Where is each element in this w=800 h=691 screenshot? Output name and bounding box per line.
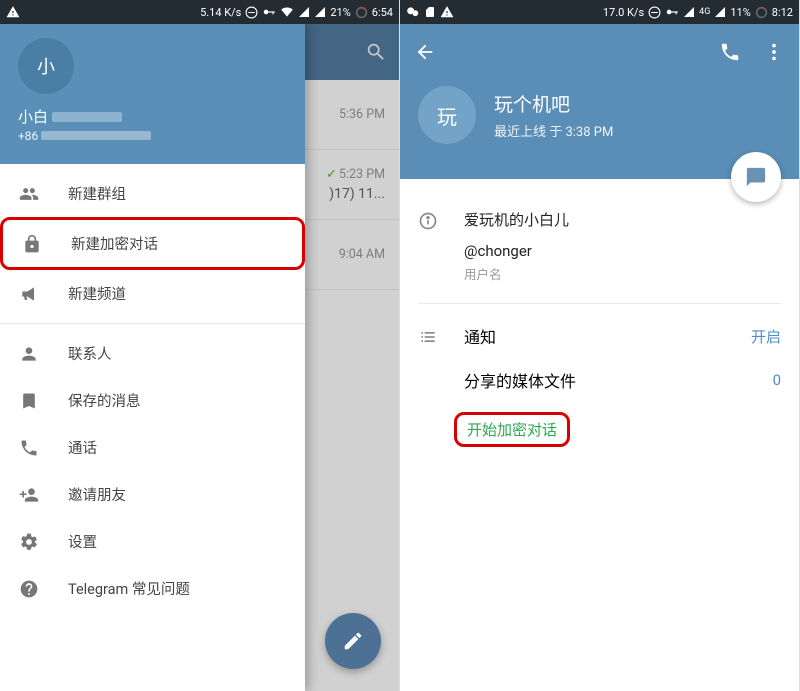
profile-header: 玩 玩个机吧 最近上线 于 3:38 PM bbox=[400, 24, 799, 179]
status-battery: 21% bbox=[330, 6, 350, 19]
status-speed: 5.14 K/s bbox=[200, 6, 241, 19]
notifications-row[interactable]: 通知 开启 bbox=[464, 324, 781, 348]
drawer-item-new-group[interactable]: 新建群组 bbox=[0, 170, 305, 217]
phone-right: 17.0 K/s 4G 11% 8:12 玩 玩个机吧 最 bbox=[400, 0, 800, 691]
chat-icon bbox=[745, 166, 767, 188]
phone-icon bbox=[719, 41, 741, 63]
group-icon bbox=[18, 184, 40, 204]
megaphone-icon bbox=[18, 284, 40, 304]
back-button[interactable] bbox=[414, 41, 436, 63]
start-secret-chat[interactable]: 开始加密对话 bbox=[467, 421, 557, 439]
drawer-scrim[interactable] bbox=[305, 24, 399, 691]
person-add-icon bbox=[18, 485, 40, 505]
status-time: 6:54 bbox=[372, 6, 393, 19]
shared-media-label: 分享的媒体文件 bbox=[464, 368, 576, 392]
call-button[interactable] bbox=[719, 41, 741, 63]
info-title: 爱玩机的小白儿 bbox=[464, 209, 781, 230]
last-seen: 最近上线 于 3:38 PM bbox=[494, 121, 613, 140]
compose-fab[interactable] bbox=[325, 613, 381, 669]
profile-avatar[interactable]: 玩 bbox=[418, 86, 476, 144]
drawer-item-faq[interactable]: Telegram 常见问题 bbox=[0, 565, 305, 612]
wifi-icon bbox=[280, 5, 294, 19]
key-icon bbox=[262, 5, 276, 19]
drawer-list: 新建群组 新建加密对话 新建频道 联系人 bbox=[0, 164, 305, 618]
username-caption: 用户名 bbox=[464, 264, 781, 283]
message-fab[interactable] bbox=[731, 152, 781, 202]
user-avatar[interactable]: 小 bbox=[18, 38, 74, 94]
drawer-item-invite[interactable]: 邀请朋友 bbox=[0, 471, 305, 518]
drawer-item-saved[interactable]: 保存的消息 bbox=[0, 377, 305, 424]
battery-ring-icon bbox=[355, 6, 368, 19]
dnd-icon bbox=[648, 6, 661, 19]
drawer-item-contacts[interactable]: 联系人 bbox=[0, 330, 305, 377]
profile-name: 玩个机吧 bbox=[494, 90, 613, 117]
notifications-value: 开启 bbox=[751, 326, 781, 347]
user-name: 小白 bbox=[18, 106, 287, 127]
more-button[interactable] bbox=[763, 41, 785, 63]
network-type: 4G bbox=[699, 7, 710, 17]
signal-icon bbox=[298, 6, 310, 18]
list-icon bbox=[418, 327, 438, 347]
user-phone: +86 bbox=[18, 129, 287, 143]
username[interactable]: @chonger bbox=[464, 242, 781, 260]
drawer-item-label: 新建加密对话 bbox=[71, 233, 158, 254]
drawer-item-label: 通话 bbox=[68, 437, 97, 458]
divider bbox=[418, 303, 781, 304]
drawer-item-label: Telegram 常见问题 bbox=[68, 578, 190, 599]
key-icon bbox=[665, 5, 679, 19]
drawer-item-label: 新建群组 bbox=[68, 183, 126, 204]
battery-ring-icon bbox=[755, 6, 768, 19]
phone-icon bbox=[18, 438, 40, 458]
wechat-icon bbox=[406, 5, 420, 19]
more-vert-icon bbox=[763, 41, 785, 63]
info-icon bbox=[418, 211, 438, 231]
warning-icon bbox=[440, 5, 454, 19]
bookmark-icon bbox=[18, 391, 40, 411]
lock-icon bbox=[21, 234, 43, 254]
drawer-item-new-channel[interactable]: 新建频道 bbox=[0, 270, 305, 317]
status-battery: 11% bbox=[730, 6, 750, 19]
status-bar: 17.0 K/s 4G 11% 8:12 bbox=[400, 0, 799, 24]
gear-icon bbox=[18, 532, 40, 552]
drawer-item-label: 邀请朋友 bbox=[68, 484, 126, 505]
drawer-item-calls[interactable]: 通话 bbox=[0, 424, 305, 471]
notifications-label: 通知 bbox=[464, 324, 496, 348]
contact-icon bbox=[18, 344, 40, 364]
drawer-item-label: 联系人 bbox=[68, 343, 112, 364]
status-time: 8:12 bbox=[772, 6, 793, 19]
signal-icon bbox=[683, 6, 695, 18]
drawer-item-settings[interactable]: 设置 bbox=[0, 518, 305, 565]
dnd-icon bbox=[245, 6, 258, 19]
phone-left: 5.14 K/s 21% 6:54 5:36 PM ✓5:23 PM )17) … bbox=[0, 0, 400, 691]
signal-icon-2 bbox=[714, 6, 726, 18]
drawer-header: 小 小白 +86 bbox=[0, 24, 305, 164]
drawer-item-label: 保存的消息 bbox=[68, 390, 141, 411]
shared-media-row[interactable]: 分享的媒体文件 0 bbox=[464, 368, 781, 392]
sdcard-icon bbox=[424, 6, 436, 18]
highlight-annotation: 新建加密对话 bbox=[0, 217, 305, 270]
drawer-item-new-secret[interactable]: 新建加密对话 bbox=[3, 220, 302, 267]
drawer-item-label: 设置 bbox=[68, 531, 97, 552]
highlight-annotation: 开始加密对话 bbox=[454, 412, 570, 447]
help-icon bbox=[18, 579, 40, 599]
arrow-left-icon bbox=[414, 41, 436, 63]
profile-content: 爱玩机的小白儿 @chonger 用户名 通知 开启 分享的媒体文件 0 bbox=[400, 179, 799, 475]
divider bbox=[0, 323, 305, 324]
drawer-item-label: 新建频道 bbox=[68, 283, 126, 304]
pencil-icon bbox=[342, 630, 364, 652]
status-bar: 5.14 K/s 21% 6:54 bbox=[0, 0, 399, 24]
status-speed: 17.0 K/s bbox=[603, 6, 644, 19]
shared-media-value: 0 bbox=[773, 371, 781, 389]
warning-icon bbox=[6, 5, 20, 19]
signal-icon-2 bbox=[314, 6, 326, 18]
nav-drawer: 小 小白 +86 新建群组 新建加密对话 新建频道 bbox=[0, 24, 305, 691]
